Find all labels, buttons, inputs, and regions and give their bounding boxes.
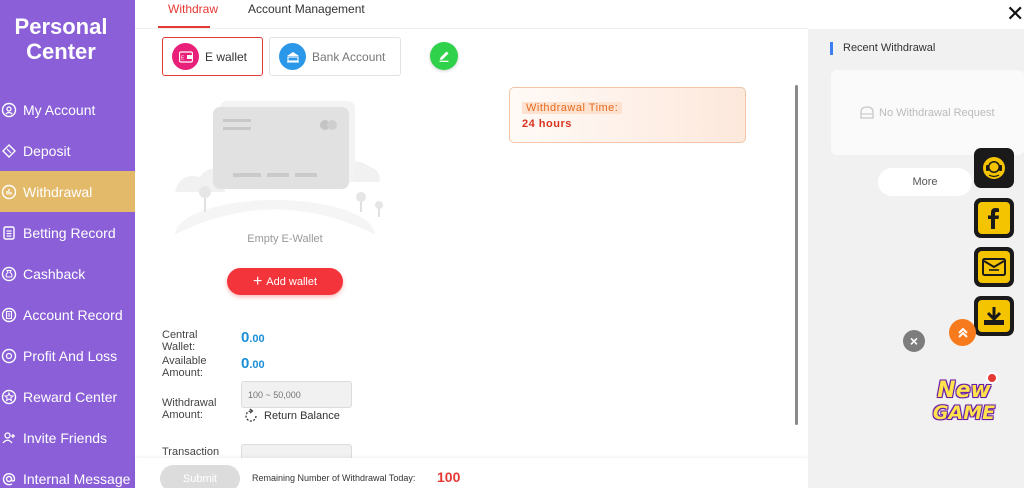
dollar-circle-icon bbox=[1, 348, 17, 364]
refresh-icon bbox=[243, 408, 259, 424]
submit-button[interactable]: Submit bbox=[160, 465, 240, 488]
sidebar-item-betting-record[interactable]: Betting Record bbox=[0, 212, 135, 253]
sidebar-item-label: Deposit bbox=[23, 142, 71, 159]
facebook-button[interactable] bbox=[974, 198, 1014, 238]
chart-circle-icon bbox=[1, 184, 17, 200]
withdrawal-amount-label: Withdrawal Amount: bbox=[162, 397, 217, 421]
sidebar-item-label: Cashback bbox=[23, 265, 86, 282]
sidebar-item-label: Profit And Loss bbox=[23, 347, 118, 364]
sidebar-item-withdrawal[interactable]: Withdrawal bbox=[0, 171, 135, 212]
central-wallet-label: Central Wallet: bbox=[162, 329, 198, 353]
document-list-icon bbox=[1, 225, 17, 241]
sidebar-item-invite-friends[interactable]: Invite Friends bbox=[0, 417, 135, 458]
e-wallet-icon: E bbox=[172, 43, 199, 70]
return-balance-button[interactable]: Return Balance bbox=[243, 408, 340, 424]
close-float-icon[interactable]: × bbox=[903, 330, 925, 352]
active-tab-indicator bbox=[158, 26, 210, 28]
pencil-icon bbox=[437, 49, 451, 63]
message-icon bbox=[978, 251, 1010, 283]
withdrawal-amount-input[interactable] bbox=[241, 381, 352, 408]
bottom-bar: Submit Remaining Number of Withdrawal To… bbox=[135, 458, 808, 488]
bank-icon bbox=[279, 43, 306, 70]
empty-box-icon bbox=[859, 106, 875, 120]
sidebar-item-account-record[interactable]: Account Record bbox=[0, 294, 135, 335]
sidebar-item-label: Betting Record bbox=[23, 224, 116, 241]
bank-account-label: Bank Account bbox=[312, 49, 386, 64]
sidebar-item-reward-center[interactable]: Reward Center bbox=[0, 376, 135, 417]
add-user-icon bbox=[1, 430, 17, 446]
add-wallet-label: Add wallet bbox=[266, 275, 318, 288]
tab-account-management[interactable]: Account Management bbox=[248, 2, 365, 16]
ticket-icon bbox=[1, 143, 17, 159]
sidebar-item-label: Reward Center bbox=[23, 388, 118, 405]
money-bag-icon bbox=[1, 266, 17, 282]
sidebar-item-label: Withdrawal bbox=[23, 183, 93, 200]
withdrawal-time-card: Withdrawal Time: 24 hours bbox=[509, 87, 746, 143]
sidebar-title-line2: Center bbox=[26, 39, 96, 64]
e-wallet-label: E wallet bbox=[205, 49, 248, 64]
remaining-withdrawals-label: Remaining Number of Withdrawal Today: bbox=[252, 473, 416, 483]
app-root: Personal Center My Account Deposit Withd… bbox=[0, 0, 1024, 488]
add-wallet-button[interactable]: + Add wallet bbox=[227, 268, 343, 295]
sidebar-item-label: My Account bbox=[23, 101, 96, 118]
empty-wallet-illustration bbox=[165, 97, 385, 270]
star-icon bbox=[1, 389, 17, 405]
sidebar-item-label: Internal Message bbox=[23, 470, 131, 487]
bank-account-option[interactable]: Bank Account bbox=[269, 37, 401, 76]
more-button[interactable]: More bbox=[878, 168, 972, 196]
sidebar-item-label: Account Record bbox=[23, 306, 123, 323]
tab-bar: Withdraw Account Management bbox=[135, 0, 808, 29]
tab-withdraw[interactable]: Withdraw bbox=[168, 2, 218, 16]
sidebar-item-cashback[interactable]: Cashback bbox=[0, 253, 135, 294]
sidebar-title: Personal Center bbox=[0, 14, 122, 64]
e-wallet-option[interactable]: E E wallet bbox=[162, 37, 263, 76]
user-circle-icon bbox=[1, 102, 17, 118]
facebook-icon bbox=[978, 202, 1010, 234]
main-scrollbar[interactable] bbox=[795, 85, 798, 425]
available-amount-value: 0.00 bbox=[241, 355, 265, 372]
sidebar: Personal Center My Account Deposit Withd… bbox=[0, 0, 135, 488]
central-wallet-dec: .00 bbox=[249, 333, 265, 345]
customer-service-icon bbox=[978, 152, 1010, 184]
new-game-line2: GAME bbox=[932, 402, 996, 424]
download-icon bbox=[978, 300, 1010, 332]
available-dec: .00 bbox=[249, 359, 265, 371]
customer-service-button[interactable] bbox=[974, 148, 1014, 188]
return-balance-label: Return Balance bbox=[264, 410, 340, 422]
sidebar-item-internal-message[interactable]: Internal Message bbox=[0, 458, 135, 488]
new-game-badge[interactable]: New GAME bbox=[924, 372, 1004, 442]
no-withdrawal-message: No Withdrawal Request bbox=[859, 106, 995, 120]
recent-withdrawal-title: Recent Withdrawal bbox=[830, 42, 935, 55]
sidebar-item-deposit[interactable]: Deposit bbox=[0, 130, 135, 171]
message-button[interactable] bbox=[974, 247, 1014, 287]
central-wallet-value: 0.00 bbox=[241, 329, 265, 346]
scroll-to-top-button[interactable] bbox=[949, 319, 976, 346]
sidebar-title-line1: Personal bbox=[14, 14, 108, 39]
remaining-withdrawals-count: 100 bbox=[437, 469, 461, 485]
download-button[interactable] bbox=[974, 296, 1014, 336]
available-amount-label: Available Amount: bbox=[162, 355, 207, 379]
sidebar-item-label: Invite Friends bbox=[23, 429, 108, 446]
notification-dot bbox=[986, 372, 998, 384]
withdrawal-time-value: 24 hours bbox=[522, 118, 572, 130]
withdrawal-time-label: Withdrawal Time: bbox=[522, 102, 623, 114]
double-chevron-up-icon bbox=[956, 326, 970, 340]
sidebar-item-my-account[interactable]: My Account bbox=[0, 89, 135, 130]
edit-wallet-button[interactable] bbox=[430, 42, 458, 70]
sidebar-item-profit-and-loss[interactable]: Profit And Loss bbox=[0, 335, 135, 376]
svg-text:E: E bbox=[181, 55, 185, 61]
transaction-label: Transaction bbox=[162, 446, 220, 458]
record-icon bbox=[1, 307, 17, 323]
empty-wallet-text: Empty E-Wallet bbox=[247, 233, 323, 245]
plus-icon: + bbox=[252, 272, 263, 290]
close-icon[interactable]: ✕ bbox=[1006, 2, 1024, 26]
at-icon bbox=[1, 471, 17, 487]
no-withdrawal-text: No Withdrawal Request bbox=[879, 107, 995, 119]
